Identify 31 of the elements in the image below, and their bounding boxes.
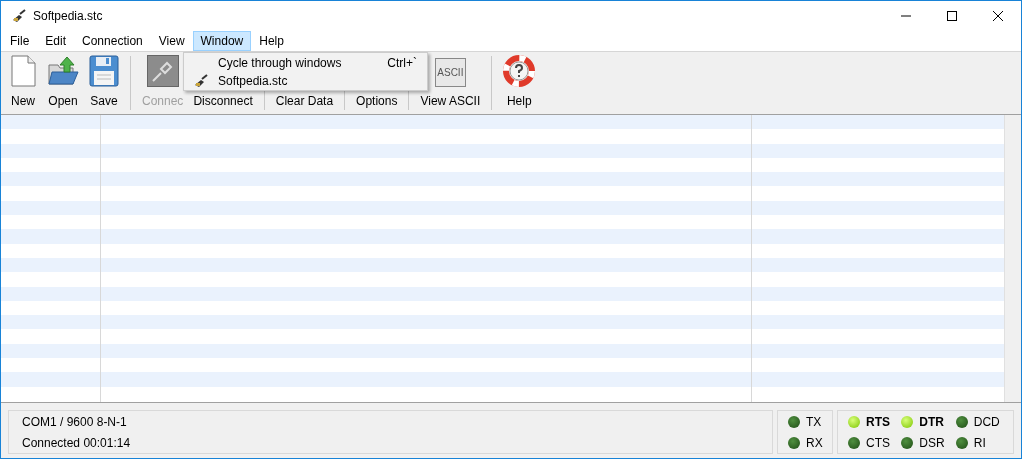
signal-label: DSR [919, 434, 945, 452]
ascii-icon: ASCII [434, 58, 466, 87]
toolbar-button[interactable]: Open [42, 52, 84, 114]
signal-label: TX [806, 413, 822, 431]
window-title: Softpedia.stc [33, 8, 103, 25]
maximize-icon [947, 11, 957, 21]
menu-item[interactable]: Help [251, 31, 292, 51]
port-settings: COM1 / 9600 8-N-1 [22, 413, 128, 431]
signal-label: RI [973, 434, 986, 452]
lifebuoy-icon [503, 55, 536, 87]
toolbar-button[interactable]: Save [84, 52, 124, 114]
menu-item[interactable]: Connection [74, 31, 151, 51]
folder-icon [47, 55, 79, 87]
toolbar-button[interactable]: Help [498, 52, 541, 114]
menu-item[interactable]: Window [192, 31, 252, 51]
shortcut-text: Ctrl+` [387, 55, 417, 72]
document-icon [9, 55, 37, 87]
signal-label: CTS [866, 434, 890, 452]
connection-status: Connected 00:01:14 [22, 434, 132, 452]
signal-label: RX [806, 434, 823, 452]
signal-label: RTS [866, 413, 890, 431]
menu-item[interactable]: Edit [37, 31, 75, 51]
plug-icon [11, 8, 27, 24]
plug-icon [193, 73, 209, 89]
plug-icon [146, 55, 179, 87]
close-icon [993, 11, 1003, 21]
menu-item[interactable]: File [2, 31, 38, 51]
signal-label: DCD [973, 413, 1000, 431]
toolbar-button[interactable]: New [4, 52, 42, 114]
signal-label: DTR [919, 413, 944, 431]
menu-item[interactable]: View [150, 31, 193, 51]
